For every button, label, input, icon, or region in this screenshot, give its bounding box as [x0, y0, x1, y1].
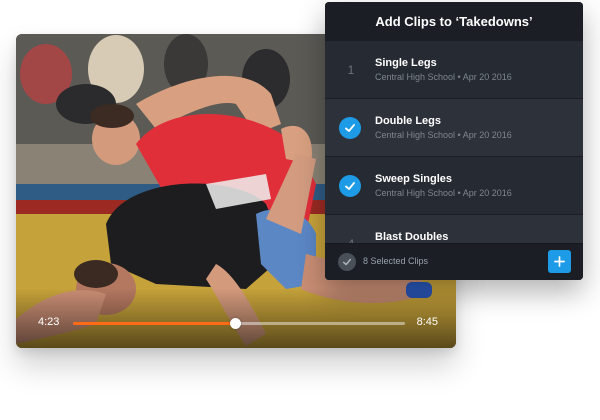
- progress-bar[interactable]: [73, 318, 405, 329]
- scrubber-handle[interactable]: [230, 318, 242, 329]
- clip-row[interactable]: 4 Blast Doubles: [325, 214, 583, 246]
- selected-count: 8 Selected Clips: [363, 256, 429, 266]
- clip-index: 1: [347, 63, 355, 77]
- clip-title: Double Legs: [375, 115, 442, 127]
- checkmark-icon[interactable]: [339, 175, 361, 197]
- clip-row[interactable]: 1 Single Legs Central High School • Apr …: [325, 40, 583, 98]
- clip-title: Sweep Singles: [375, 173, 453, 185]
- progress-fill: [73, 322, 236, 325]
- clip-row[interactable]: Sweep Singles Central High School • Apr …: [325, 156, 583, 214]
- clip-row[interactable]: Double Legs Central High School • Apr 20…: [325, 98, 583, 156]
- check-circle-icon[interactable]: [338, 253, 356, 271]
- panel-footer: 8 Selected Clips: [325, 243, 583, 280]
- current-time: 4:23: [38, 316, 60, 328]
- clip-meta: Central High School • Apr 20 2016: [375, 130, 512, 140]
- clip-meta: Central High School • Apr 20 2016: [375, 188, 512, 198]
- panel-title: Add Clips to ‘Takedowns’: [325, 2, 583, 40]
- clip-title: Blast Doubles: [375, 231, 449, 243]
- add-clips-button[interactable]: [548, 250, 571, 273]
- add-clips-panel: Add Clips to ‘Takedowns’ 1 Single Legs C…: [325, 2, 583, 280]
- clip-list: 1 Single Legs Central High School • Apr …: [325, 40, 583, 246]
- clip-title: Single Legs: [375, 57, 437, 69]
- total-time: 8:45: [416, 316, 438, 328]
- clip-meta: Central High School • Apr 20 2016: [375, 72, 512, 82]
- plus-icon: [554, 256, 565, 267]
- checkmark-icon[interactable]: [339, 117, 361, 139]
